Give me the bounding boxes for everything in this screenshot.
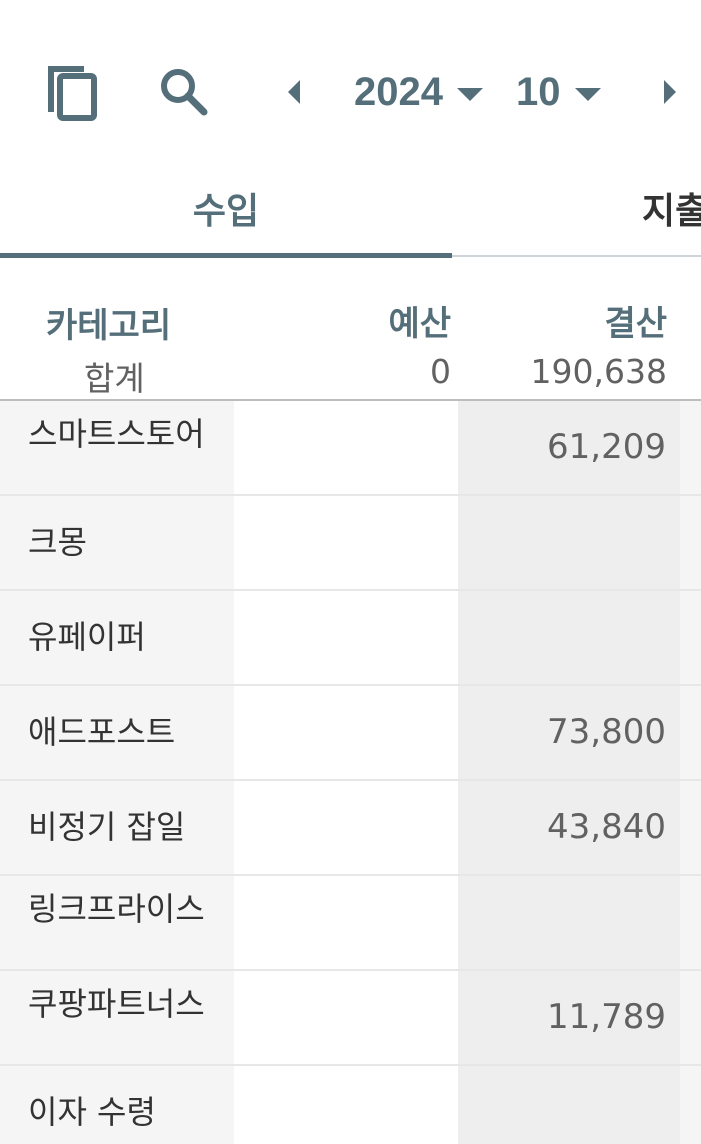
row-budget[interactable] — [234, 971, 458, 1064]
table-row[interactable]: 유페이퍼 — [0, 591, 701, 684]
row-category: 링크프라이스 — [0, 876, 234, 969]
row-actual: 73,800 — [458, 686, 680, 779]
row-budget[interactable] — [234, 876, 458, 969]
copy-icon[interactable] — [44, 62, 100, 122]
chevron-down-icon — [574, 87, 601, 101]
table-body: 스마트스토어 61,209 크몽 유페이퍼 애드포스트 73,800 비정기 잡… — [0, 401, 701, 1144]
row-category: 스마트스토어 — [0, 401, 234, 494]
row-budget[interactable] — [234, 1066, 458, 1144]
month-value: 10 — [516, 69, 561, 114]
row-actual: 43,840 — [458, 781, 680, 874]
table-row[interactable]: 애드포스트 73,800 — [0, 686, 701, 779]
row-category: 이자 수령 — [0, 1066, 234, 1144]
row-budget[interactable] — [234, 496, 458, 589]
row-category: 크몽 — [0, 496, 234, 589]
row-category: 비정기 잡일 — [0, 781, 234, 874]
tab-bar: 수입 지출 — [0, 160, 701, 258]
header-actual: 결산 — [604, 304, 667, 344]
table-row[interactable]: 스마트스토어 61,209 — [0, 401, 701, 494]
table-row[interactable]: 크몽 — [0, 496, 701, 589]
year-value: 2024 — [354, 69, 443, 114]
table-row[interactable]: 비정기 잡일 43,840 — [0, 781, 701, 874]
tab-income[interactable]: 수입 — [0, 160, 452, 256]
year-select[interactable]: 2024 — [354, 66, 483, 118]
month-select[interactable]: 10 — [516, 66, 601, 118]
row-extra-cell — [680, 971, 701, 1064]
toolbar: 2024 10 — [0, 0, 701, 160]
row-budget[interactable] — [234, 591, 458, 684]
table-row[interactable]: 이자 수령 — [0, 1066, 701, 1144]
header-category: 카테고리 — [46, 306, 172, 346]
row-extra-cell — [680, 496, 701, 589]
row-actual — [458, 496, 680, 589]
row-extra-cell — [680, 1066, 701, 1144]
row-extra-cell — [680, 686, 701, 779]
row-extra-cell — [680, 401, 701, 494]
row-extra-cell — [680, 591, 701, 684]
chevron-down-icon — [456, 87, 483, 101]
row-actual — [458, 1066, 680, 1144]
row-actual — [458, 876, 680, 969]
tab-divider — [452, 255, 701, 257]
row-extra-cell — [680, 876, 701, 969]
total-budget: 0 — [430, 352, 451, 391]
total-actual: 190,638 — [530, 352, 667, 391]
row-category: 애드포스트 — [0, 686, 234, 779]
search-icon[interactable] — [158, 66, 208, 116]
tab-expense[interactable]: 지출 — [452, 160, 701, 256]
row-budget[interactable] — [234, 781, 458, 874]
row-category: 유페이퍼 — [0, 591, 234, 684]
row-actual: 61,209 — [458, 401, 680, 494]
row-extra-cell — [680, 781, 701, 874]
row-actual — [458, 591, 680, 684]
row-category: 쿠팡파트너스 — [0, 971, 234, 1064]
caret-left-icon[interactable] — [284, 78, 304, 106]
row-actual: 11,789 — [458, 971, 680, 1064]
table-header: 카테고리 예산 결산 합계 0 190,638 — [0, 258, 701, 400]
total-label: 합계 — [84, 359, 145, 398]
row-budget[interactable] — [234, 686, 458, 779]
table-row[interactable]: 링크프라이스 — [0, 876, 701, 969]
row-budget[interactable] — [234, 401, 458, 494]
header-budget: 예산 — [388, 304, 451, 344]
caret-right-icon[interactable] — [660, 78, 680, 106]
table-row[interactable]: 쿠팡파트너스 11,789 — [0, 971, 701, 1064]
